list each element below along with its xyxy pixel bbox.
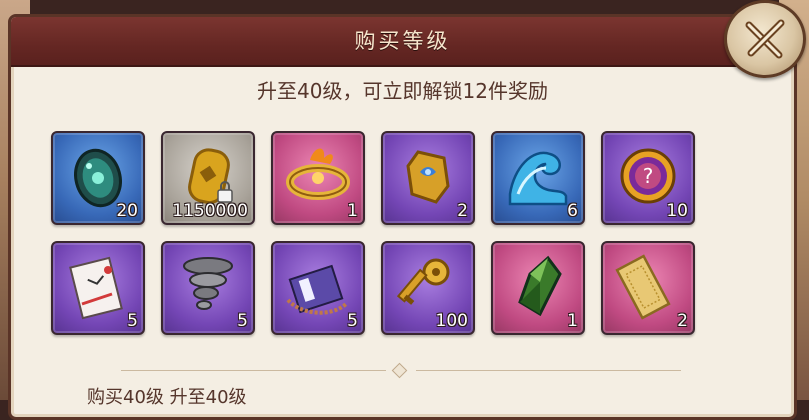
reward-slot[interactable]: 100 (381, 241, 475, 335)
divider (121, 362, 681, 379)
reward-slot[interactable]: 1 (271, 131, 365, 225)
reward-count: 2 (457, 201, 468, 221)
purchase-description: 购买40级 升至40级 (87, 387, 247, 408)
reward-grid: 20 1150000 1 2 6 ? 10 5 5 5 100 1 2 (51, 131, 695, 335)
reward-slot[interactable]: 5 (51, 241, 145, 335)
reward-slot[interactable]: 6 (491, 131, 585, 225)
divider-ornament-icon (391, 362, 408, 379)
dialog-header: 购买等级 (11, 17, 794, 67)
reward-slot[interactable]: ? 10 (601, 131, 695, 225)
reward-count: 10 (666, 201, 688, 221)
reward-slot[interactable]: 1 (491, 241, 585, 335)
buy-level-dialog: 购买等级 升至40级，可立即解锁12件奖励 20 1150000 1 2 6 ?… (8, 14, 797, 420)
dialog-subtitle: 升至40级，可立即解锁12件奖励 (257, 79, 548, 103)
flaming-gold-ring-icon (286, 148, 350, 200)
reward-count: 1 (347, 201, 358, 221)
scroll-book-icon (286, 264, 348, 315)
sealed-envelope-icon (69, 256, 123, 320)
svg-text:?: ? (643, 164, 654, 188)
reward-count: 5 (237, 311, 248, 331)
green-crystal-icon (518, 255, 562, 317)
reward-slot[interactable]: 5 (161, 241, 255, 335)
gray-whirlwind-icon (183, 257, 233, 310)
reward-count: 1150000 (172, 201, 248, 221)
dialog-title: 购买等级 (354, 29, 451, 53)
reward-slot[interactable]: 2 (601, 241, 695, 335)
reward-count: 1 (567, 311, 578, 331)
reward-count: 2 (677, 311, 688, 331)
reward-slot[interactable]: 20 (51, 131, 145, 225)
reward-slot[interactable]: 1150000 (161, 131, 255, 225)
close-button[interactable] (724, 0, 806, 78)
reward-slot[interactable]: 2 (381, 131, 475, 225)
gold-rune-gem-icon (406, 150, 450, 204)
close-icon (745, 19, 785, 59)
reward-count: 5 (347, 311, 358, 331)
reward-count: 5 (127, 311, 138, 331)
water-wave-icon (508, 151, 568, 206)
reward-count: 6 (567, 201, 578, 221)
reward-count: 100 (435, 311, 468, 331)
gold-ticket-icon (615, 254, 671, 320)
reward-slot[interactable]: 5 (271, 241, 365, 335)
reward-count: 20 (116, 201, 138, 221)
